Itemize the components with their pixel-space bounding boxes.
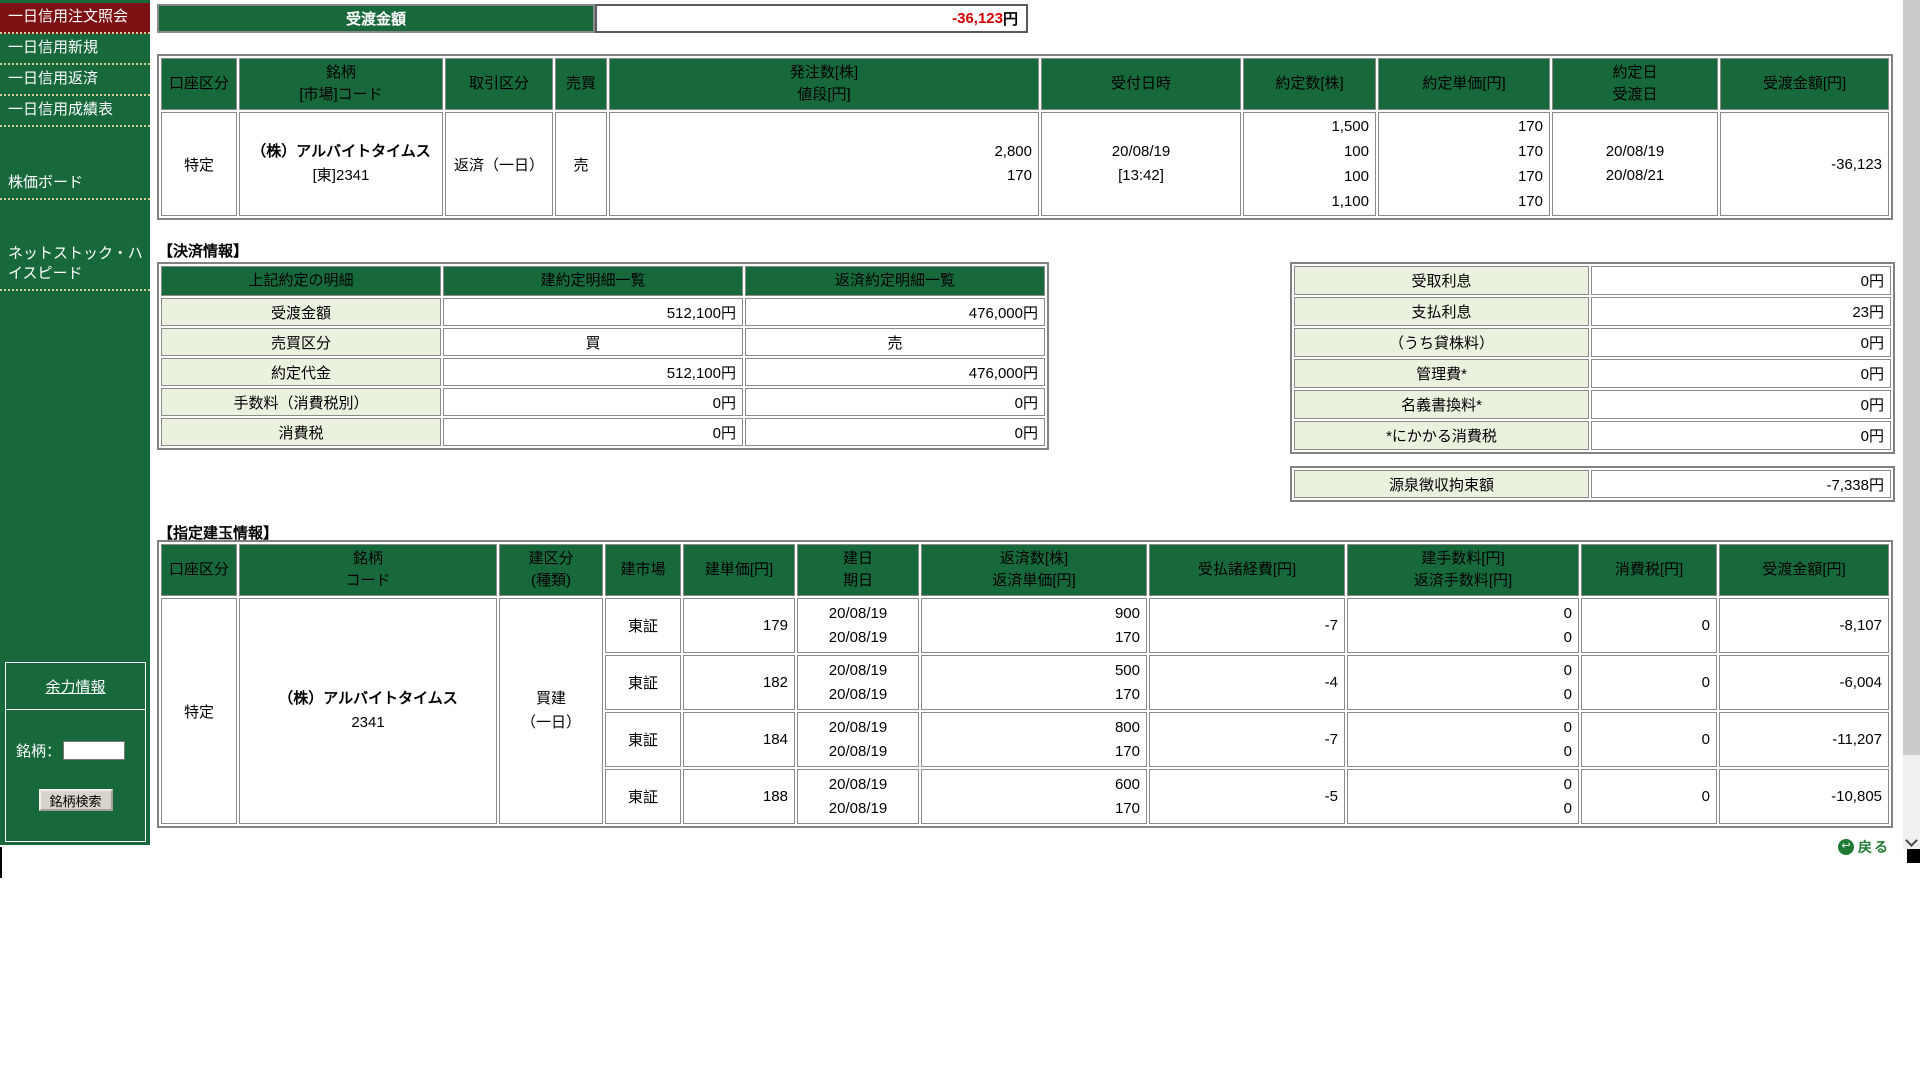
chevron-down-icon[interactable] (1906, 836, 1916, 846)
table-row: 受取利息 0円 (1294, 266, 1891, 295)
sidebar-item-day-margin-repay[interactable]: 一日信用返済 (0, 65, 150, 96)
position-row: 特定 （株）アルバイトタイムス 2341 買建 （一日） 東証 179 20/0… (161, 598, 1889, 653)
sidebar-nav: 一日信用注文照会 一日信用新規 一日信用返済 一日信用成績表 株価ボード ネット… (0, 0, 150, 291)
symbol-label: 銘柄： (16, 740, 61, 761)
positions-table: 口座区分 銘柄 コード 建区分 (種類) 建市場 建単価[円] 建日 期日 返済… (157, 540, 1893, 828)
cell-filled-qty: 1,500 100 100 1,100 (1243, 112, 1376, 216)
table-row: 約定代金 512,100円 476,000円 (161, 358, 1045, 386)
sidebar-item-netstock-highspeed[interactable]: ネットストック・ハイスピード (0, 240, 150, 291)
page: 一日信用注文照会 一日信用新規 一日信用返済 一日信用成績表 株価ボード ネット… (0, 0, 1920, 1080)
sidebar: 一日信用注文照会 一日信用新規 一日信用返済 一日信用成績表 株価ボード ネット… (0, 0, 150, 845)
table-row: 受渡金額 512,100円 476,000円 (161, 298, 1045, 326)
back-link[interactable]: ↩ 戻る (1838, 837, 1890, 857)
cell-trade-type: 返済（一日） (445, 112, 553, 216)
col-header-dates: 約定日 受渡日 (1552, 58, 1718, 110)
sidebar-item-label: 一日信用新規 (8, 39, 98, 56)
return-arrow-icon: ↩ (1838, 839, 1854, 855)
table-row: 売買区分 買 売 (161, 328, 1045, 356)
cell-order-qty: 2,800 170 (609, 112, 1039, 216)
order-inquiry-table: 口座区分 銘柄 [市場]コード 取引区分 売買 発注数[株] 値段[円] 受付日… (157, 54, 1893, 220)
cell-dates: 20/08/19 20/08/21 (1552, 112, 1718, 216)
sidebar-item-day-margin-order-inquiry[interactable]: 一日信用注文照会 (0, 3, 150, 34)
order-table-header-row: 口座区分 銘柄 [市場]コード 取引区分 売買 発注数[株] 値段[円] 受付日… (161, 58, 1889, 110)
interest-fee-table: 受取利息 0円 支払利息 23円 （うち貸株料） 0円 管理費* 0円 名義書換… (1290, 262, 1895, 454)
col-header-amount: 受渡金額[円] (1720, 58, 1889, 110)
cell-symbol: （株）アルバイトタイムス 2341 (239, 598, 497, 824)
col-header-side: 売買 (555, 58, 607, 110)
cell-accepted: 20/08/19 [13:42] (1041, 112, 1241, 216)
sidebar-item-label: 一日信用成績表 (8, 101, 113, 118)
table-row: 消費税 0円 0円 (161, 418, 1045, 446)
col-header-account: 口座区分 (161, 58, 237, 110)
settlement-amount-number: -36,123 (952, 10, 1003, 27)
sidebar-item-label: 一日信用返済 (8, 70, 98, 87)
window-edge-artifact (0, 847, 2, 878)
margin-power-title: 余力情報 (6, 663, 145, 710)
withholding-label: 源泉徴収拘束額 (1294, 470, 1589, 498)
positions-header-row: 口座区分 銘柄 コード 建区分 (種類) 建市場 建単価[円] 建日 期日 返済… (161, 544, 1889, 596)
col-header-filled-qty: 約定数[株] (1243, 58, 1376, 110)
cell-account: 特定 (161, 598, 237, 824)
table-row: 手数料（消費税別） 0円 0円 (161, 388, 1045, 416)
col-header-fill-price: 約定単価[円] (1378, 58, 1550, 110)
vertical-scrollbar[interactable] (1903, 0, 1920, 849)
settlement-amount-unit: 円 (1003, 8, 1018, 29)
cell-open-type: 買建 （一日） (499, 598, 603, 824)
table-row: 管理費* 0円 (1294, 359, 1891, 388)
settlement-header-row: 上記約定の明細 建約定明細一覧 返済約定明細一覧 (161, 266, 1045, 296)
table-row: 源泉徴収拘束額 -7,338円 (1294, 470, 1891, 498)
margin-power-link[interactable]: 余力情報 (45, 679, 105, 696)
sidebar-item-day-margin-new[interactable]: 一日信用新規 (0, 34, 150, 65)
col-header-symbol: 銘柄 [市場]コード (239, 58, 443, 110)
col-header-trade-type: 取引区分 (445, 58, 553, 110)
cell-amount: -36,123 (1720, 112, 1889, 216)
sidebar-item-label: 株価ボード (8, 174, 83, 191)
table-row: 名義書換料* 0円 (1294, 390, 1891, 419)
settlement-open-header: 建約定明細一覧 (443, 266, 743, 296)
table-row: （うち貸株料） 0円 (1294, 328, 1891, 357)
margin-power-box: 余力情報 銘柄： 銘柄検索 (5, 662, 146, 842)
sidebar-item-label: ネットストック・ハイスピード (8, 245, 143, 282)
settlement-detail-table: 上記約定の明細 建約定明細一覧 返済約定明細一覧 受渡金額 512,100円 4… (157, 262, 1049, 450)
cell-account: 特定 (161, 112, 237, 216)
settlement-amount-value: -36,123円 (595, 4, 1028, 33)
sidebar-item-label: 一日信用注文照会 (8, 8, 128, 25)
table-row: *にかかる消費税 0円 (1294, 421, 1891, 450)
symbol-input[interactable] (63, 741, 125, 760)
sidebar-item-day-margin-results[interactable]: 一日信用成績表 (0, 96, 150, 127)
settlement-amount-header: 受渡金額 (157, 4, 595, 33)
symbol-input-row: 銘柄： (16, 740, 145, 761)
cell-symbol: （株）アルバイトタイムス [東]2341 (239, 112, 443, 216)
col-header-order-qty: 発注数[株] 値段[円] (609, 58, 1039, 110)
withholding-value: -7,338円 (1591, 470, 1891, 498)
settlement-close-header: 返済約定明細一覧 (745, 266, 1045, 296)
table-row: 支払利息 23円 (1294, 297, 1891, 326)
col-header-accepted: 受付日時 (1041, 58, 1241, 110)
settlement-header-label: 上記約定の明細 (161, 266, 441, 296)
order-table-row: 特定 （株）アルバイトタイムス [東]2341 返済（一日） 売 2,800 1… (161, 112, 1889, 216)
sidebar-item-stock-board[interactable]: 株価ボード (0, 169, 150, 200)
settlement-section-title: 【決済情報】 (158, 240, 248, 261)
cell-side: 売 (555, 112, 607, 216)
scrollbar-thumb[interactable] (1903, 0, 1920, 755)
back-link-label: 戻る (1858, 837, 1890, 857)
cell-fill-prices: 170 170 170 170 (1378, 112, 1550, 216)
withholding-table: 源泉徴収拘束額 -7,338円 (1290, 466, 1895, 502)
symbol-search-button[interactable]: 銘柄検索 (39, 789, 113, 811)
window-corner-artifact (1907, 849, 1920, 863)
